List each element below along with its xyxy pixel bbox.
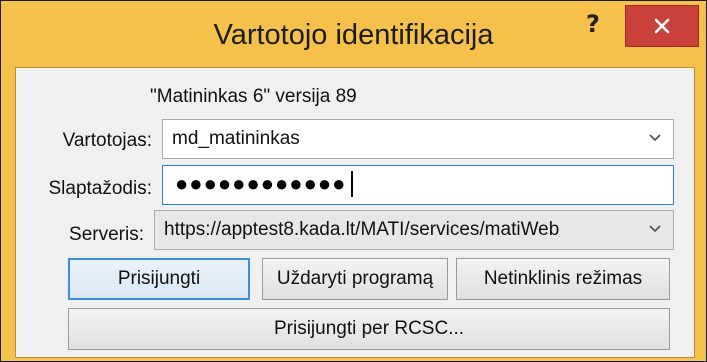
login-button[interactable]: Prisijungti	[68, 258, 250, 300]
close-program-button[interactable]: Uždaryti programą	[262, 258, 448, 300]
user-value: md_matininkas	[172, 128, 300, 149]
server-combo[interactable]: https://apptest8.kada.lt/MATI/services/m…	[154, 210, 674, 250]
login-dialog: Vartotojo identifikacija ? "Matininkas 6…	[0, 0, 707, 362]
server-value: https://apptest8.kada.lt/MATI/services/m…	[164, 219, 560, 240]
title-bar[interactable]: Vartotojo identifikacija ?	[1, 1, 706, 67]
chevron-down-icon[interactable]	[649, 225, 661, 233]
password-mask: ●●●●●●●●●●●●	[175, 171, 347, 196]
text-caret	[351, 171, 353, 197]
user-label: Vartotojas:	[62, 130, 152, 151]
dialog-content: "Matininkas 6" versija 89 Vartotojas: md…	[15, 67, 695, 358]
offline-mode-button[interactable]: Netinklinis režimas	[456, 258, 670, 300]
server-label: Serveris:	[69, 224, 144, 245]
password-field[interactable]: ●●●●●●●●●●●●	[162, 165, 674, 205]
login-rcsc-button[interactable]: Prisijungti per RCSC...	[68, 308, 670, 350]
password-label: Slaptažodis:	[48, 178, 152, 199]
close-icon	[654, 18, 670, 34]
chevron-down-icon[interactable]	[649, 134, 661, 142]
version-text: "Matininkas 6" versija 89	[150, 86, 357, 107]
close-button[interactable]	[625, 5, 699, 47]
help-button[interactable]: ?	[573, 5, 613, 49]
user-combo[interactable]: md_matininkas	[162, 119, 674, 159]
